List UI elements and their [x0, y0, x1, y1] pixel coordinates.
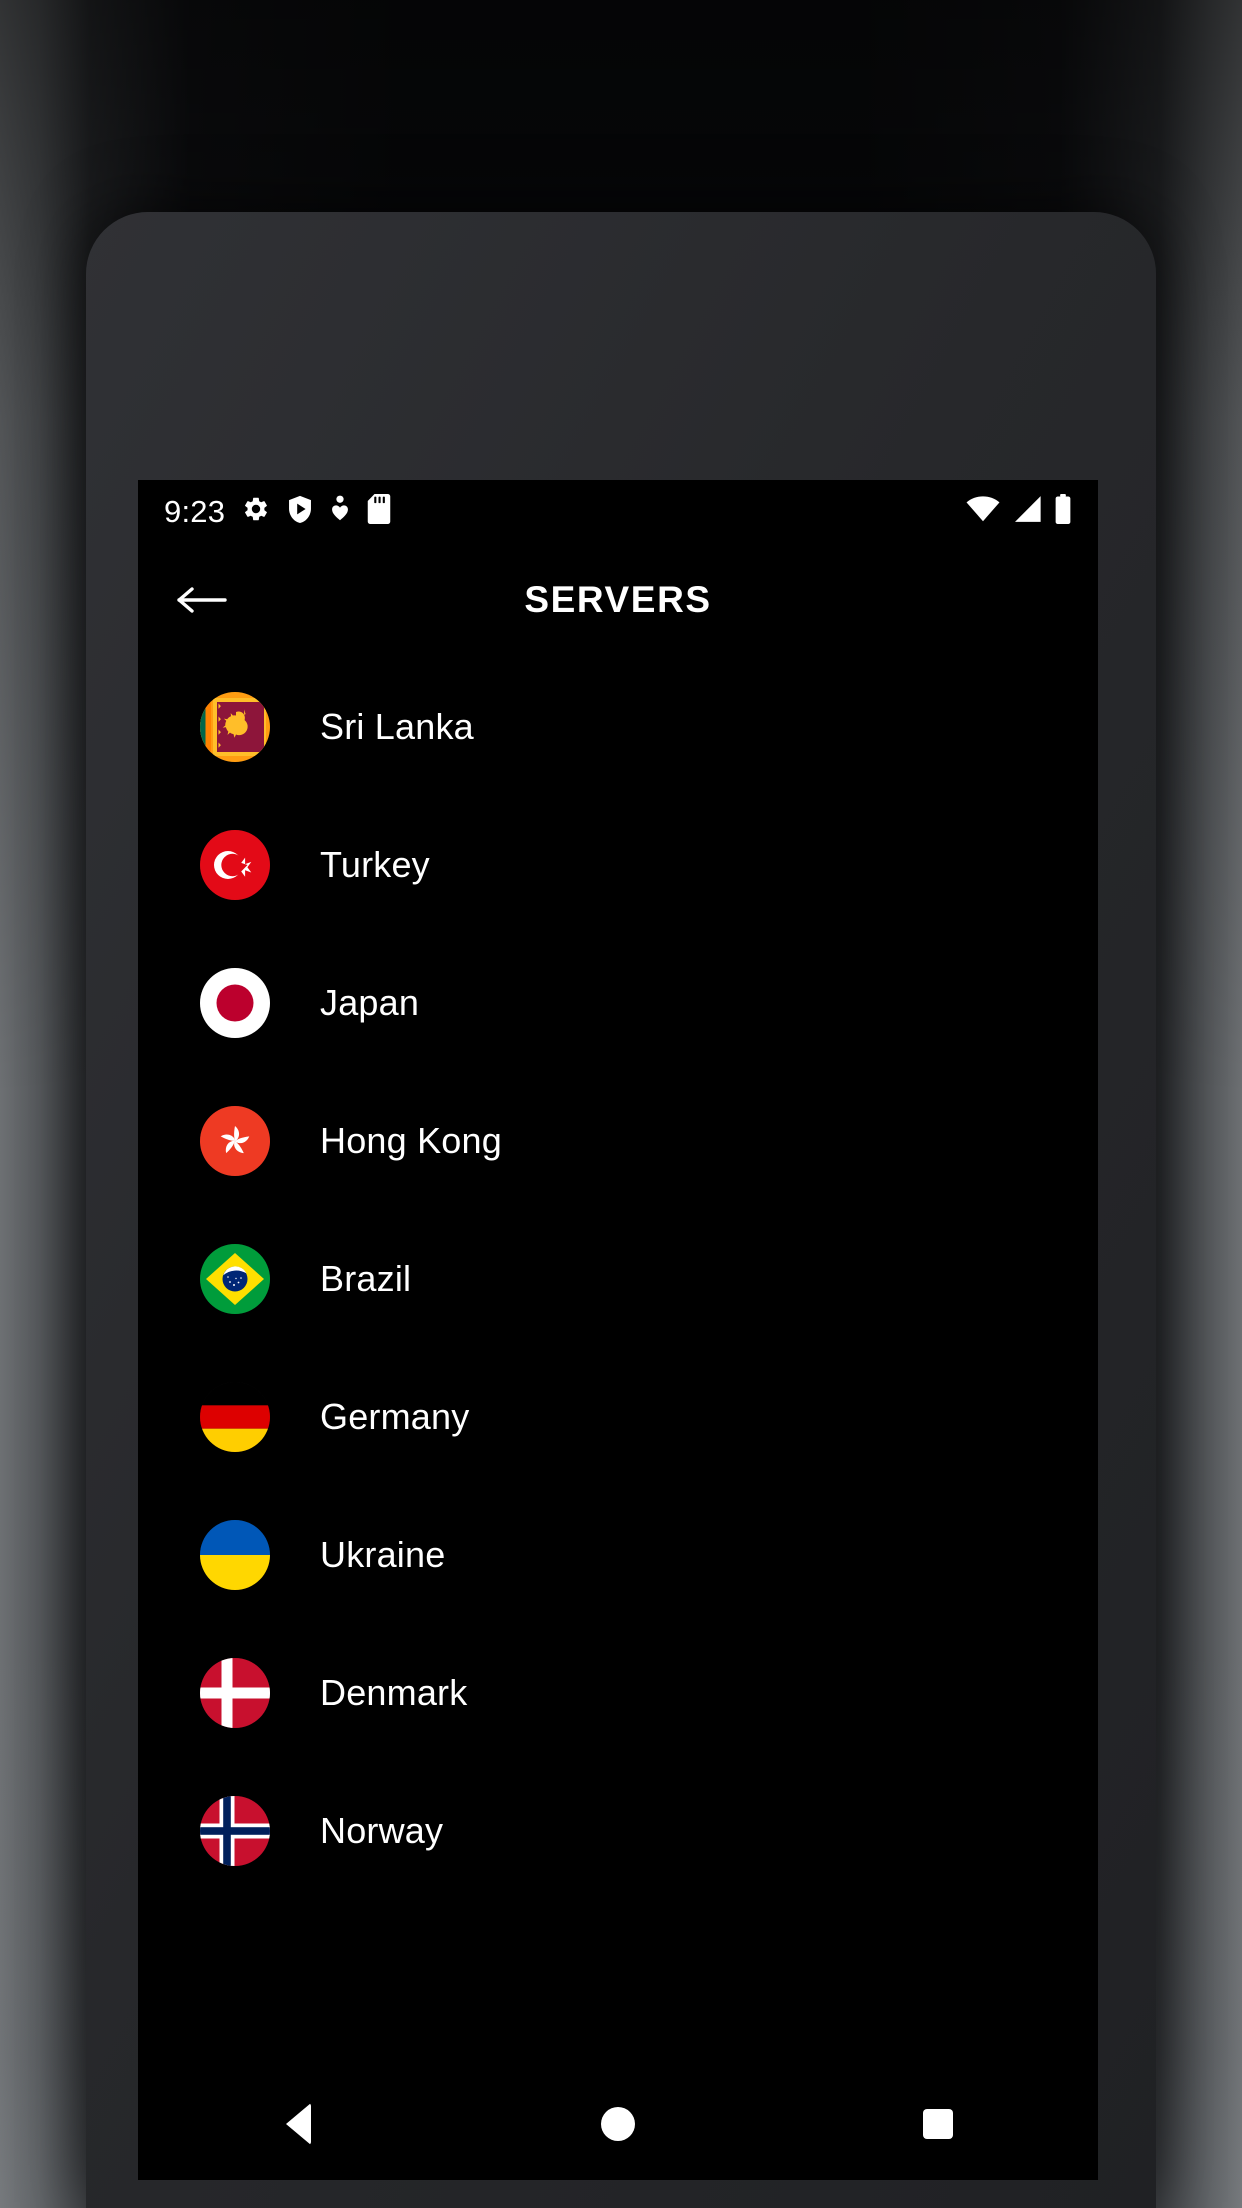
status-bar-right-group [966, 493, 1072, 529]
server-name: Japan [320, 982, 420, 1023]
flag-hong-kong-icon [200, 1106, 270, 1176]
page-title: SERVERS [524, 579, 712, 620]
sd-card-icon [367, 493, 391, 529]
battery-icon [1054, 493, 1072, 529]
nav-home-button[interactable] [558, 2068, 678, 2180]
heart-location-icon [330, 495, 350, 528]
server-name: Germany [320, 1396, 470, 1437]
status-bar-left-group: 9:23 [164, 493, 391, 529]
server-row-turkey[interactable]: Turkey [138, 796, 1098, 934]
status-bar-clock: 9:23 [164, 493, 226, 529]
server-list[interactable]: Sri Lanka Turkey Japan Hong Kong Brazil … [138, 658, 1098, 1900]
gear-icon [242, 495, 270, 528]
server-row-hong-kong[interactable]: Hong Kong [138, 1072, 1098, 1210]
server-name: Hong Kong [320, 1120, 502, 1161]
server-name: Brazil [320, 1258, 412, 1299]
flag-denmark-icon [200, 1658, 270, 1728]
wifi-icon [966, 495, 1000, 528]
server-row-denmark[interactable]: Denmark [138, 1624, 1098, 1762]
server-row-ukraine[interactable]: Ukraine [138, 1486, 1098, 1624]
status-bar: 9:23 [138, 480, 1098, 542]
flag-brazil-icon [200, 1244, 270, 1314]
server-row-brazil[interactable]: Brazil [138, 1210, 1098, 1348]
cellular-signal-icon [1012, 495, 1042, 528]
server-name: Norway [320, 1810, 444, 1851]
flag-sri-lanka-icon [200, 692, 270, 762]
server-name: Denmark [320, 1672, 468, 1713]
server-row-sri-lanka[interactable]: Sri Lanka [138, 658, 1098, 796]
nav-recents-button[interactable] [878, 2068, 998, 2180]
android-navigation-bar [138, 2068, 1098, 2180]
server-name: Turkey [320, 844, 430, 885]
flag-ukraine-icon [200, 1520, 270, 1590]
flag-turkey-icon [200, 830, 270, 900]
nav-back-button[interactable] [238, 2068, 358, 2180]
circle-home-icon [601, 2107, 635, 2141]
server-row-japan[interactable]: Japan [138, 934, 1098, 1072]
square-recents-icon [923, 2109, 953, 2139]
server-name: Sri Lanka [320, 706, 474, 747]
app-bar: SERVERS [138, 542, 1098, 658]
phone-screen: 9:23 SERVERS Sri Lanka Turkey Japan Hong… [138, 480, 1098, 2180]
server-name: Ukraine [320, 1534, 446, 1575]
server-row-norway[interactable]: Norway [138, 1762, 1098, 1900]
flag-germany-icon [200, 1382, 270, 1452]
flag-japan-icon [200, 968, 270, 1038]
flag-norway-icon [200, 1796, 270, 1866]
server-row-germany[interactable]: Germany [138, 1348, 1098, 1486]
play-protect-shield-icon [287, 495, 313, 528]
triangle-back-icon [285, 2103, 311, 2145]
